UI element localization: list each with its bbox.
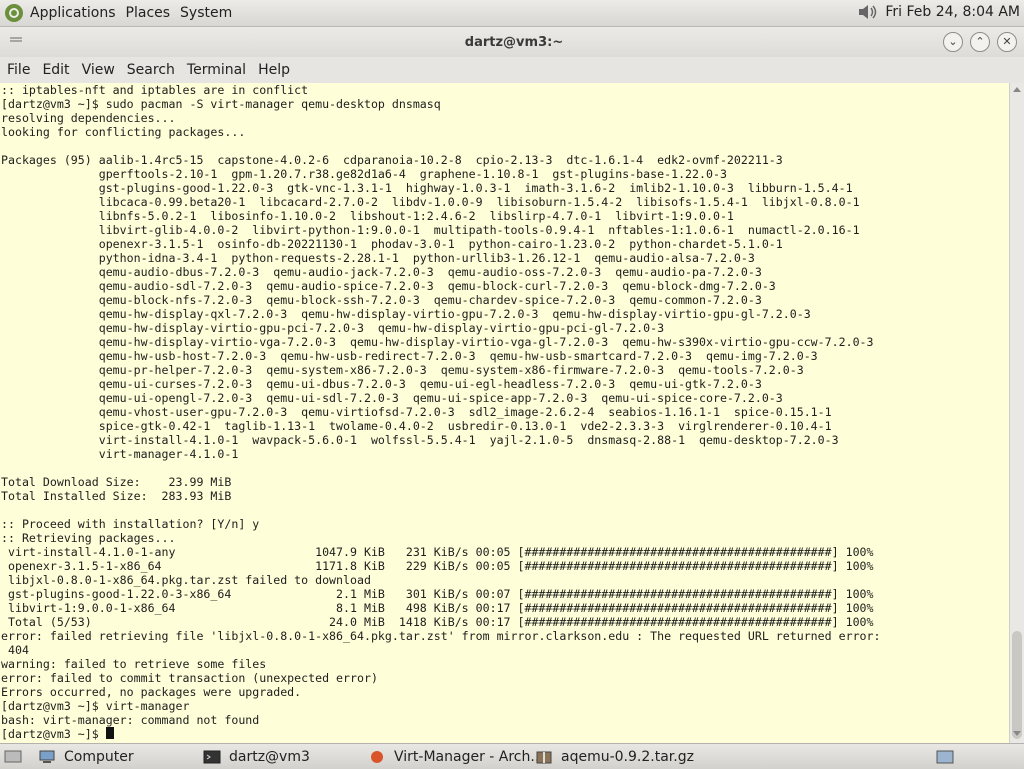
terminal-line: gperftools-2.10-1 gpm-1.20.7.r38.ge82d1a… (98, 167, 727, 181)
menubar: File Edit View Search Terminal Help (0, 57, 1024, 84)
terminal-line: python-idna-3.4-1 python-requests-2.28.1… (98, 251, 755, 265)
terminal-line: qemu-block-nfs-7.2.0-3 qemu-block-ssh-7.… (98, 293, 762, 307)
task-computer[interactable]: Computer (38, 747, 134, 766)
menu-edit[interactable]: Edit (42, 62, 69, 78)
terminal-line: libnfs-5.0.2-1 libosinfo-1.10.0-2 libsho… (98, 209, 734, 223)
terminal-line: looking for conflicting packages... (1, 125, 246, 139)
task-label: aqemu-0.9.2.tar.gz (561, 748, 694, 765)
terminal-line: libcaca-0.99.beta20-1 libcacard-2.7.0-2 … (98, 195, 860, 209)
terminal-line: [dartz@vm3 ~]$ virt-manager (1, 699, 190, 713)
task-browser[interactable]: Virt-Manager - Arch... (368, 747, 544, 766)
menu-file[interactable]: File (7, 62, 30, 78)
terminal-line: libjxl-0.8.0-1-x86_64.pkg.tar.zst failed… (7, 573, 371, 587)
task-label: Virt-Manager - Arch... (394, 748, 544, 765)
menu-help[interactable]: Help (258, 62, 290, 78)
terminal-line: qemu-hw-display-virtio-vga-7.2.0-3 qemu-… (98, 335, 874, 349)
terminal-icon (203, 750, 221, 763)
task-label: dartz@vm3 (229, 748, 310, 765)
top-panel: Applications Places System Fri Feb 24, 8… (0, 0, 1024, 27)
terminal-line: libvirt-glib-4.0.0-2 libvirt-python-1:9.… (98, 223, 860, 237)
bottom-panel: Computer dartz@vm3 Virt-Manager - Arch..… (0, 743, 1024, 769)
main-menu: Applications Places System (4, 3, 242, 23)
terminal-line: virt-install-4.1.0-1 wavpack-5.6.0-1 wol… (98, 433, 839, 447)
terminal-line: :: Proceed with installation? [Y/n] y (1, 517, 260, 531)
terminal-line: Total Installed Size: 283.93 MiB (1, 489, 232, 503)
task-label: Computer (64, 748, 134, 765)
maximize-icon[interactable]: ⌃ (970, 32, 990, 52)
speaker-icon[interactable] (857, 3, 879, 21)
show-desktop-button[interactable] (4, 747, 30, 766)
computer-icon (39, 750, 55, 763)
panel-tray: Fri Feb 24, 8:04 AM (857, 3, 1020, 21)
places-menu[interactable]: Places (126, 5, 171, 21)
terminal-line: virt-install-4.1.0-1-any 1047.9 KiB 231 … (7, 545, 874, 559)
terminal-line: Packages (95) aalib-1.4rc5-15 capstone-4… (1, 153, 783, 167)
terminal-line: openexr-3.1.5-1-x86_64 1171.8 KiB 229 Ki… (7, 559, 874, 573)
window-titlebar[interactable]: dartz@vm3:~ ⌄ ⌃ ✕ (0, 27, 1024, 57)
menu-view[interactable]: View (82, 62, 115, 78)
terminal-line: Total (5/53) 24.0 MiB 1418 KiB/s 00:17 [… (7, 615, 874, 629)
terminal-line: [dartz@vm3 ~]$ sudo pacman -S virt-manag… (1, 97, 441, 111)
terminal-line: 404 (7, 643, 29, 657)
terminal-text: :: iptables-nft and iptables are in conf… (0, 83, 1009, 741)
terminal-line: :: iptables-nft and iptables are in conf… (1, 83, 309, 97)
window-title: dartz@vm3:~ (464, 35, 564, 50)
terminal-line: qemu-ui-opengl-7.2.0-3 qemu-ui-sdl-7.2.0… (98, 391, 783, 405)
scroll-down-icon[interactable] (1013, 731, 1021, 736)
terminal-line: gst-plugins-good-1.22.0-3-x86_64 2.1 MiB… (7, 587, 874, 601)
terminal-line: error: failed retrieving file 'libjxl-0.… (1, 629, 881, 643)
menu-terminal[interactable]: Terminal (187, 62, 246, 78)
archive-icon (536, 751, 552, 763)
browser-icon (371, 750, 383, 763)
task-archive[interactable]: aqemu-0.9.2.tar.gz (535, 747, 694, 766)
system-menu[interactable]: System (180, 5, 232, 21)
terminal-cursor (105, 727, 114, 739)
terminal-scrollbar[interactable] (1009, 83, 1024, 743)
terminal-line: error: failed to commit transaction (une… (1, 671, 378, 685)
minimize-icon[interactable]: ⌄ (943, 32, 963, 52)
scroll-up-icon[interactable] (1013, 87, 1021, 92)
applications-menu[interactable]: Applications (30, 5, 116, 21)
terminal-prompt: [dartz@vm3 ~]$ (1, 727, 106, 741)
terminal-output[interactable]: :: iptables-nft and iptables are in conf… (0, 83, 1009, 743)
terminal-line: openexr-3.1.5-1 osinfo-db-20221130-1 pho… (98, 237, 783, 251)
desktop-icon (4, 750, 22, 762)
terminal-line: qemu-audio-sdl-7.2.0-3 qemu-audio-spice-… (98, 279, 776, 293)
menu-search[interactable]: Search (127, 62, 175, 78)
terminal-line: qemu-vhost-user-gpu-7.2.0-3 qemu-virtiof… (98, 405, 832, 419)
terminal-line: qemu-hw-usb-host-7.2.0-3 qemu-hw-usb-red… (98, 349, 818, 363)
terminal-line: qemu-ui-curses-7.2.0-3 qemu-ui-dbus-7.2.… (98, 377, 762, 391)
terminal-line: gst-plugins-good-1.22.0-3 gtk-vnc-1.3.1-… (98, 181, 853, 195)
terminal-line: Total Download Size: 23.99 MiB (1, 475, 232, 489)
terminal-line: qemu-hw-display-qxl-7.2.0-3 qemu-hw-disp… (98, 307, 811, 321)
terminal-line: libvirt-1:9.0.0-1-x86_64 8.1 MiB 498 KiB… (7, 601, 874, 615)
terminal-line: virt-manager-4.1.0-1 (98, 447, 239, 461)
terminal-line: :: Retrieving packages... (1, 531, 176, 545)
terminal-line: Errors occurred, no packages were upgrad… (1, 685, 302, 699)
terminal-line: warning: failed to retrieve some files (1, 657, 267, 671)
terminal-line: qemu-hw-display-virtio-gpu-pci-7.2.0-3 q… (98, 321, 665, 335)
terminal-line: bash: virt-manager: command not found (1, 713, 260, 727)
scrollbar-thumb[interactable] (1012, 631, 1022, 739)
task-terminal[interactable]: dartz@vm3 (203, 747, 310, 766)
workspace-icon (936, 750, 954, 763)
gnome-foot-icon[interactable] (4, 3, 24, 23)
clock[interactable]: Fri Feb 24, 8:04 AM (885, 4, 1020, 20)
terminal-line: spice-gtk-0.42-1 taglib-1.13-1 twolame-0… (98, 419, 832, 433)
terminal-line: qemu-pr-helper-7.2.0-3 qemu-system-x86-7… (98, 363, 804, 377)
terminal-line: qemu-audio-dbus-7.2.0-3 qemu-audio-jack-… (98, 265, 762, 279)
terminal-line: resolving dependencies... (1, 111, 176, 125)
workspace-switcher[interactable] (936, 747, 962, 766)
close-icon[interactable]: ✕ (997, 32, 1017, 52)
